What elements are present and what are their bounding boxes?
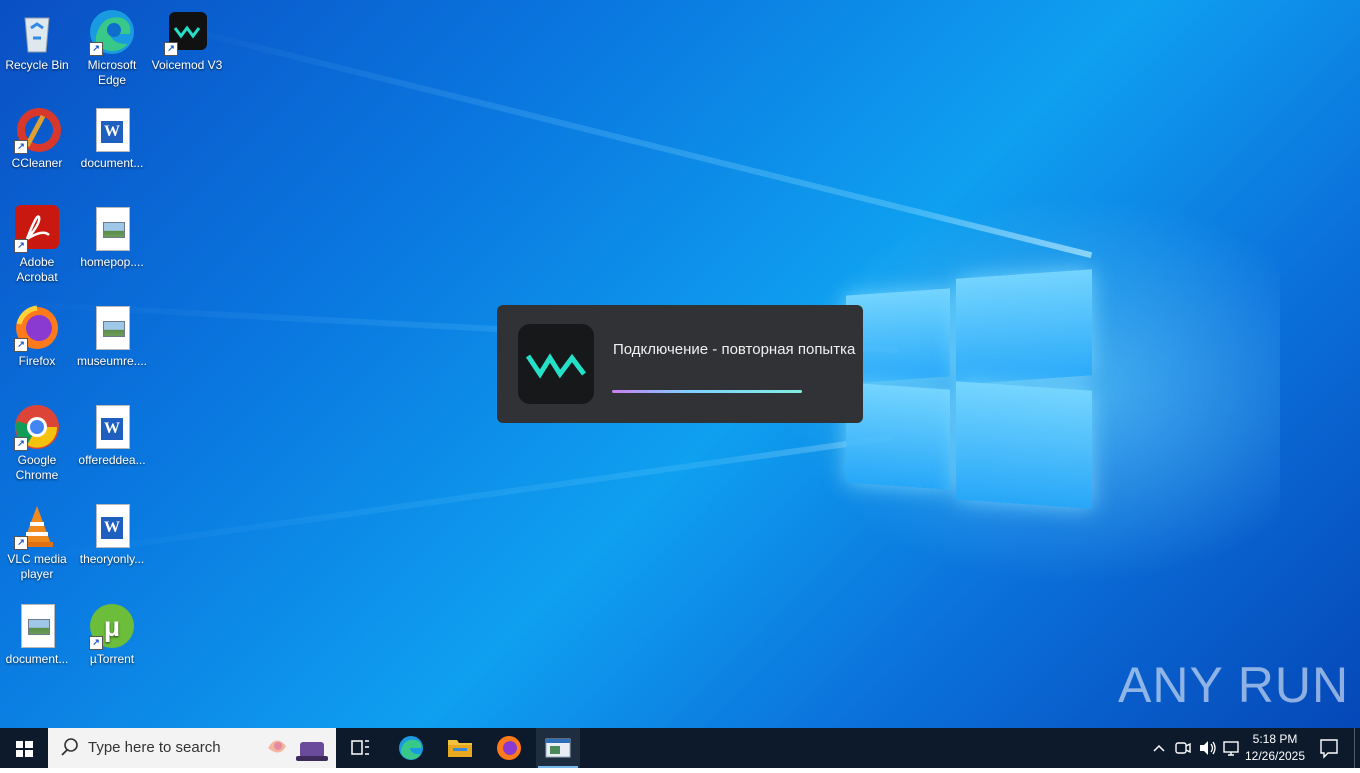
- tray-network-button[interactable]: [1220, 728, 1242, 768]
- adobe-acrobat-icon: ↗: [13, 205, 61, 253]
- vlc-cone-icon: ↗: [13, 502, 61, 550]
- voicemod-connecting-dialog: Подключение - повторная попытка: [497, 305, 863, 423]
- icon-label: Microsoft Edge: [87, 58, 137, 87]
- start-button[interactable]: [0, 728, 48, 768]
- icon-label: Voicemod V3: [151, 58, 223, 72]
- search-icon: [61, 738, 78, 756]
- word-document-icon: W: [88, 403, 136, 451]
- desktop-icon-theoryonly[interactable]: W theoryonly...: [75, 502, 149, 567]
- voicemod-logo-icon: [518, 324, 594, 404]
- image-file-icon: [13, 602, 61, 650]
- action-center-button[interactable]: [1314, 728, 1344, 768]
- desktop-icon-word-document-1[interactable]: W document...: [75, 106, 149, 171]
- chrome-icon: ↗: [13, 403, 61, 451]
- shortcut-arrow-icon: ↗: [164, 42, 178, 56]
- voicemod-icon: ↗: [163, 8, 211, 56]
- volume-icon: [1200, 741, 1216, 755]
- edge-icon: [399, 736, 423, 760]
- tray-meet-now-button[interactable]: [1172, 728, 1194, 768]
- desktop-icon-offereddea[interactable]: W offereddea...: [75, 403, 149, 468]
- desktop-icon-google-chrome[interactable]: ↗ Google Chrome: [0, 403, 74, 483]
- search-highlight-icon: [268, 740, 328, 761]
- camera-icon: [1175, 742, 1191, 754]
- desktop-icon-ccleaner[interactable]: ↗ CCleaner: [0, 106, 74, 171]
- image-file-icon: [88, 304, 136, 352]
- taskbar-firefox-button[interactable]: [488, 728, 530, 768]
- clock-time: 5:18 PM: [1252, 732, 1298, 746]
- desktop: Recycle Bin ↗ CCleaner ↗ Adobe Acrobat ↗…: [0, 0, 1360, 728]
- shortcut-arrow-icon: ↗: [14, 437, 28, 451]
- task-view-icon: [351, 740, 369, 755]
- anyrun-watermark: ANY RUN: [1118, 657, 1350, 713]
- desktop-icon-museumre[interactable]: museumre....: [75, 304, 149, 369]
- shortcut-arrow-icon: ↗: [14, 338, 28, 352]
- taskbar-file-explorer-button[interactable]: [439, 728, 481, 768]
- desktop-icon-microsoft-edge[interactable]: ↗ Microsoft Edge: [75, 8, 149, 88]
- app-window-icon: [545, 738, 571, 758]
- taskbar-edge-button[interactable]: [390, 728, 432, 768]
- task-view-button[interactable]: [340, 728, 380, 768]
- shortcut-arrow-icon: ↗: [89, 636, 103, 650]
- desktop-icon-voicemod[interactable]: ↗ Voicemod V3: [150, 8, 224, 73]
- shortcut-arrow-icon: ↗: [89, 42, 103, 56]
- desktop-icon-utorrent[interactable]: µ ↗ µTorrent: [75, 602, 149, 667]
- recycle-bin-icon: [13, 8, 61, 56]
- taskbar-active-app-button[interactable]: [536, 728, 580, 768]
- desktop-icon-firefox[interactable]: ↗ Firefox: [0, 304, 74, 369]
- edge-icon: ↗: [88, 8, 136, 56]
- image-file-icon: [88, 205, 136, 253]
- show-desktop-button[interactable]: [1354, 728, 1360, 768]
- search-placeholder: Type here to search: [88, 739, 221, 756]
- ccleaner-icon: ↗: [13, 106, 61, 154]
- desktop-icon-adobe-acrobat[interactable]: ↗ Adobe Acrobat: [0, 205, 74, 285]
- desktop-icon-vlc[interactable]: ↗ VLC media player: [0, 502, 74, 582]
- desktop-icon-homepop[interactable]: homepop....: [75, 205, 149, 270]
- windows-logo-wallpaper: [846, 258, 1094, 510]
- svg-text:µ: µ: [104, 611, 120, 642]
- show-hidden-icons-button[interactable]: [1148, 728, 1170, 768]
- icon-label: µTorrent: [89, 652, 135, 666]
- firefox-icon: [497, 736, 521, 760]
- icon-label: document...: [80, 156, 144, 170]
- icon-label: VLC media player: [7, 552, 67, 581]
- network-icon: [1223, 741, 1239, 756]
- icon-label: homepop....: [80, 255, 144, 269]
- word-document-icon: W: [88, 502, 136, 550]
- desktop-icon-document-image[interactable]: document...: [0, 602, 74, 667]
- utorrent-icon: µ ↗: [88, 602, 136, 650]
- shortcut-arrow-icon: ↗: [14, 239, 28, 253]
- shortcut-arrow-icon: ↗: [14, 140, 28, 154]
- firefox-icon: ↗: [13, 304, 61, 352]
- taskbar-search-box[interactable]: Type here to search: [48, 728, 336, 768]
- icon-label: theoryonly...: [79, 552, 145, 566]
- taskbar: Type here to search 5:18 PM 12/26/2025: [0, 728, 1360, 768]
- folder-icon: [448, 740, 472, 757]
- icon-label: museumre....: [76, 354, 148, 368]
- tray-volume-button[interactable]: [1196, 728, 1218, 768]
- word-document-icon: W: [88, 106, 136, 154]
- icon-label: offereddea...: [78, 453, 146, 467]
- icon-label: Google Chrome: [15, 453, 59, 482]
- icon-label: Adobe Acrobat: [16, 255, 58, 284]
- connection-status-text: Подключение - повторная попытка: [613, 341, 856, 358]
- icon-label: CCleaner: [11, 156, 63, 170]
- icon-label: Recycle Bin: [5, 58, 69, 72]
- shortcut-arrow-icon: ↗: [14, 536, 28, 550]
- desktop-icon-recycle-bin[interactable]: Recycle Bin: [0, 8, 74, 73]
- chevron-up-icon: [1153, 744, 1165, 752]
- tray-clock[interactable]: 5:18 PM 12/26/2025: [1244, 728, 1306, 768]
- icon-label: Firefox: [18, 354, 56, 368]
- windows-start-icon: [16, 741, 33, 757]
- notification-icon: [1320, 739, 1338, 759]
- clock-date: 12/26/2025: [1244, 749, 1306, 763]
- icon-label: document...: [5, 652, 69, 666]
- progress-bar: [612, 390, 802, 393]
